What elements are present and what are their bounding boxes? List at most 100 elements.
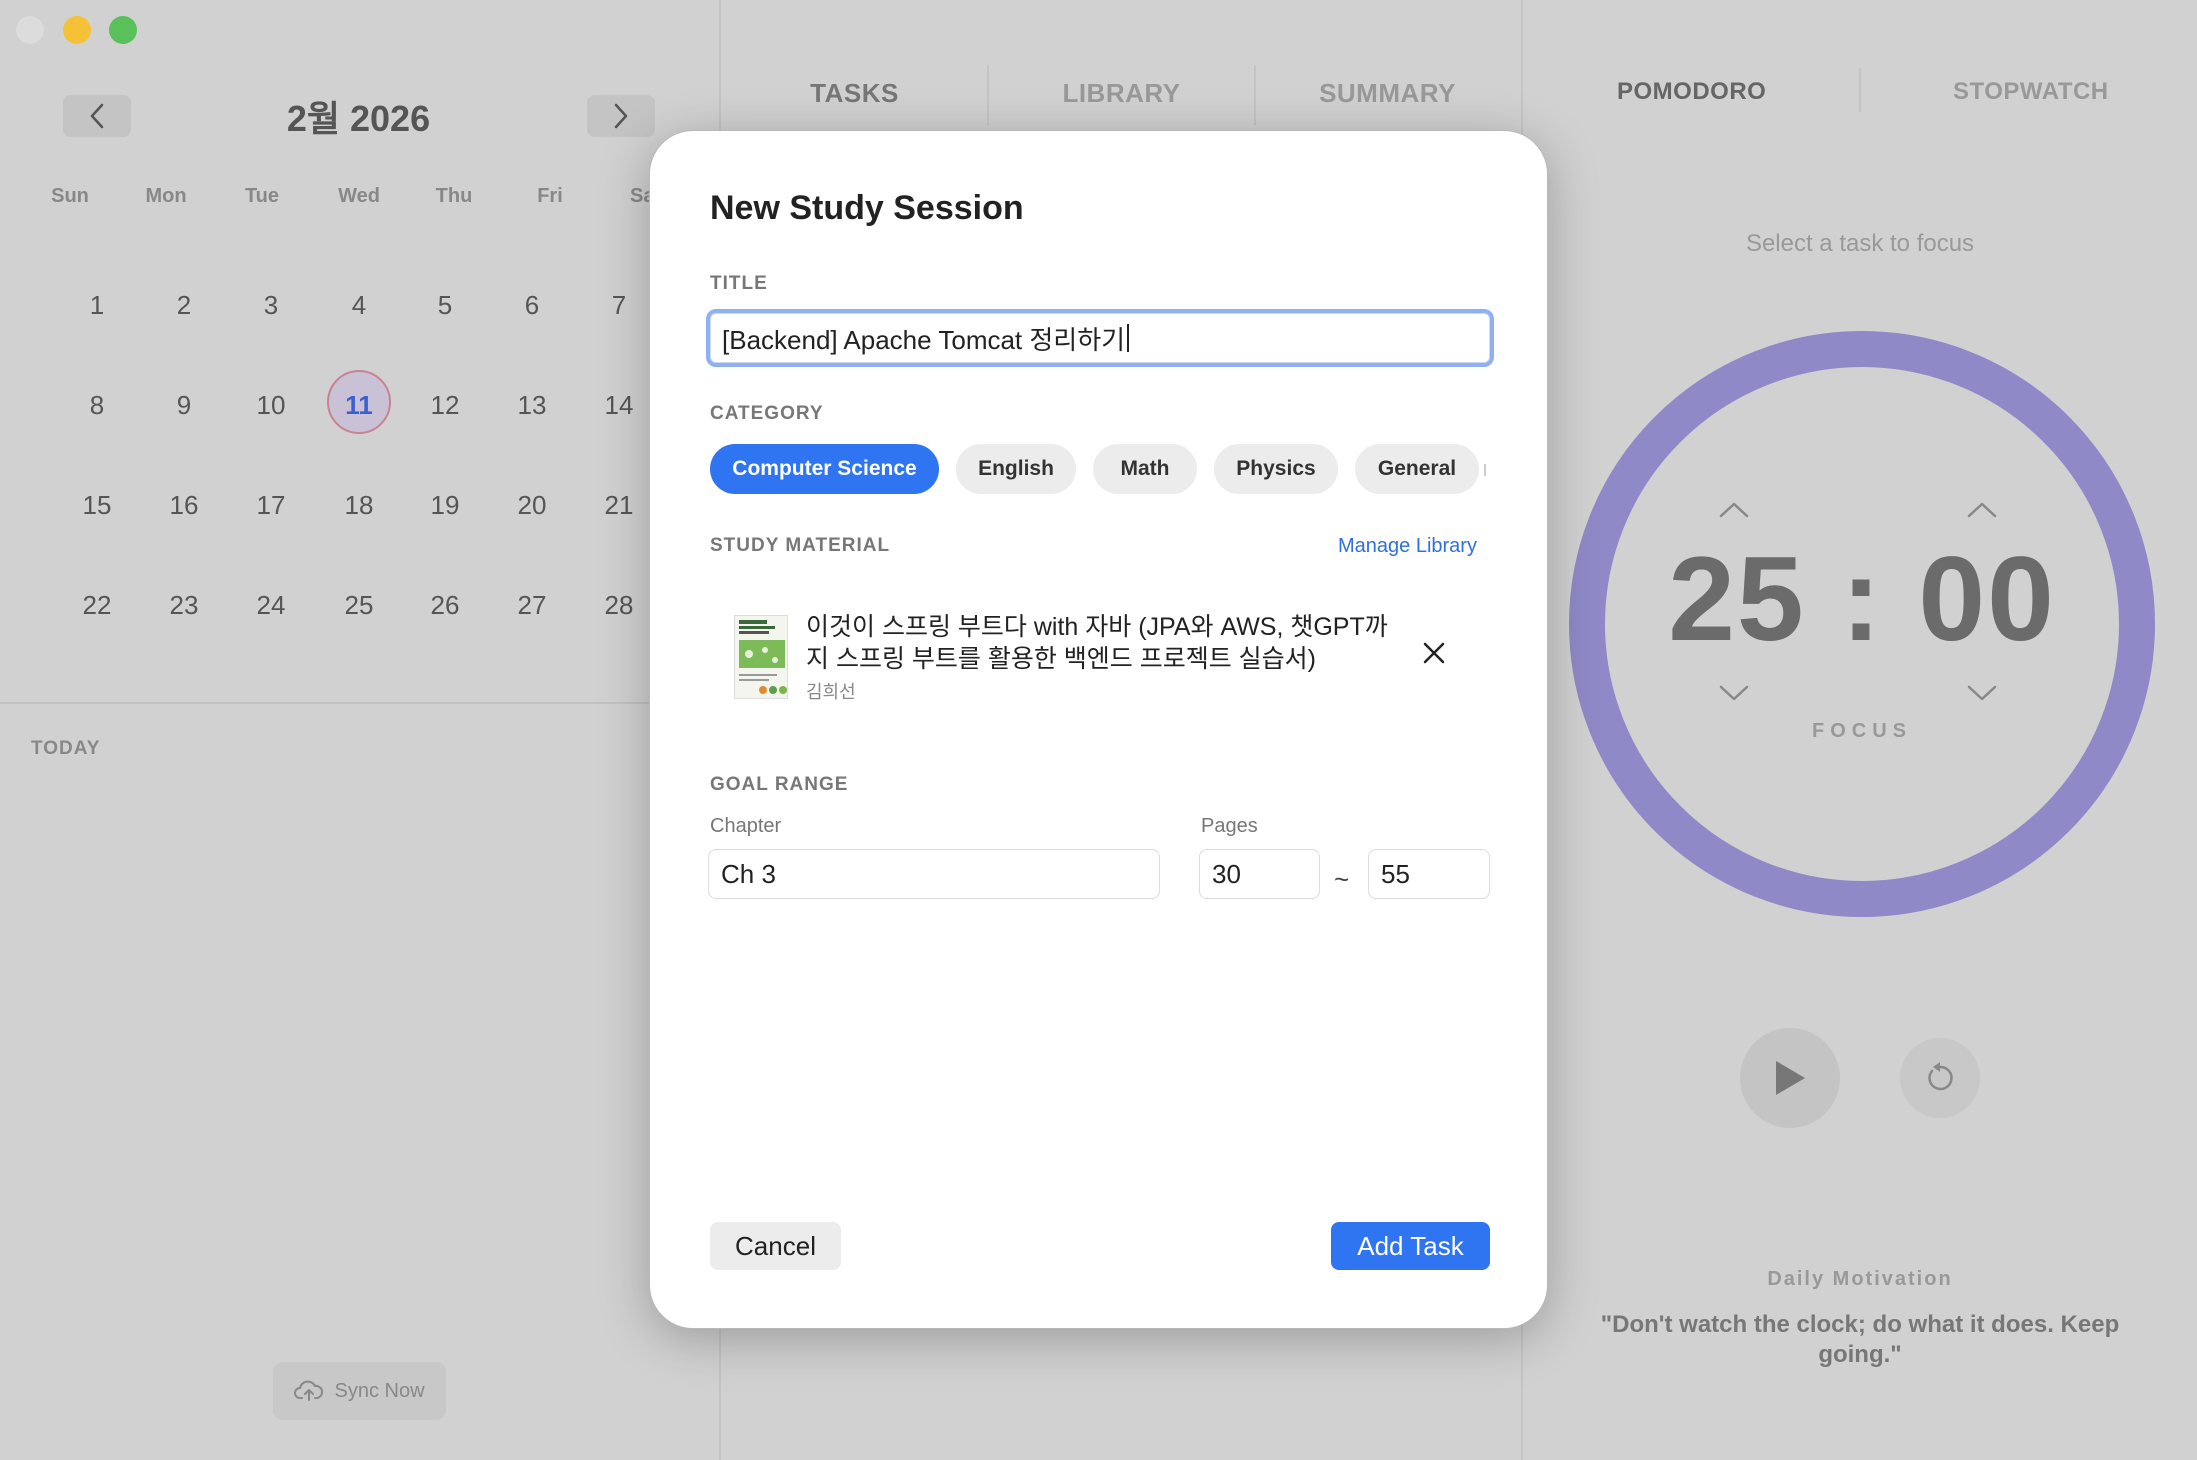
chevron-left-icon	[90, 103, 104, 129]
cancel-button[interactable]: Cancel	[710, 1222, 841, 1270]
calendar-day-selected[interactable]: 11	[327, 370, 391, 434]
chevron-down-icon	[1967, 685, 1997, 701]
play-icon	[1776, 1061, 1805, 1095]
calendar-day[interactable]: 5	[410, 270, 480, 340]
tab-pomodoro[interactable]: POMODORO	[1617, 78, 1766, 106]
tab-stopwatch[interactable]: STOPWATCH	[1953, 78, 2109, 106]
pages-label: Pages	[1201, 815, 1258, 837]
dialog-title: New Study Session	[710, 189, 1024, 227]
previous-month-button[interactable]	[63, 95, 131, 137]
tab-library[interactable]: LIBRARY	[988, 78, 1255, 109]
page-range-separator: ~	[1334, 864, 1350, 894]
tab-summary[interactable]: SUMMARY	[1254, 78, 1521, 109]
book-cover-image	[734, 615, 788, 699]
page-to-input[interactable]: 55	[1368, 849, 1490, 899]
calendar-day[interactable]: 24	[236, 570, 306, 640]
category-section-label: CATEGORY	[710, 403, 824, 424]
chevron-up-icon	[1719, 502, 1749, 518]
main-tabs: TASKS LIBRARY SUMMARY	[721, 60, 1521, 130]
calendar-day[interactable]: 27	[497, 570, 567, 640]
category-chip-math[interactable]: Math	[1093, 444, 1197, 494]
category-chip-physics[interactable]: Physics	[1214, 444, 1338, 494]
chapter-value: Ch 3	[721, 858, 776, 889]
calendar-grid: 1 2 3 4 5 6 7 8 9 10 11 12 13 14 15 16 1…	[30, 270, 720, 670]
goal-range-section-label: GOAL RANGE	[710, 774, 849, 795]
calendar-day[interactable]: 6	[497, 270, 567, 340]
calendar-day[interactable]: 23	[149, 570, 219, 640]
book-title: 이것이 스프링 부트다 with 자바 (JPA와 AWS, 챗GPT까지 스프…	[806, 613, 1388, 673]
chapter-label: Chapter	[710, 815, 782, 837]
timer-seconds: 00	[1918, 532, 2056, 666]
calendar-month-label: 2월 2026	[286, 98, 431, 139]
seconds-down-button[interactable]	[1966, 676, 1998, 710]
title-input[interactable]: [Backend] Apache Tomcat 정리하기	[706, 309, 1494, 367]
selected-material: 이것이 스프링 부트다 with 자바 (JPA와 AWS, 챗GPT까지 스프…	[734, 611, 1454, 711]
page-from-value: 30	[1212, 858, 1241, 889]
title-section-label: TITLE	[710, 273, 768, 294]
weekday-label: Tue	[244, 185, 280, 207]
category-chip-english[interactable]: English	[956, 444, 1076, 494]
reset-icon	[1928, 1062, 1953, 1091]
calendar-day[interactable]: 19	[410, 470, 480, 540]
minutes-down-button[interactable]	[1718, 676, 1750, 710]
weekday-label: Thu	[435, 185, 473, 207]
select-task-hint: Select a task to focus	[1745, 230, 1975, 257]
play-button[interactable]	[1740, 1028, 1840, 1128]
calendar-day[interactable]: 3	[236, 270, 306, 340]
calendar-day[interactable]: 17	[236, 470, 306, 540]
calendar-day[interactable]: 14	[584, 370, 654, 440]
category-chips: Computer Science English Math Physics Ge…	[710, 444, 1500, 494]
calendar-day[interactable]: 28	[584, 570, 654, 640]
calendar-day[interactable]: 9	[149, 370, 219, 440]
calendar-day[interactable]: 10	[236, 370, 306, 440]
new-study-session-dialog: New Study Session TITLE [Backend] Apache…	[649, 130, 1548, 1329]
calendar-day[interactable]: 25	[324, 570, 394, 640]
tab-separator	[1859, 68, 1861, 112]
chevron-down-icon	[1719, 685, 1749, 701]
chapter-input[interactable]: Ch 3	[708, 849, 1160, 899]
calendar-day[interactable]: 4	[324, 270, 394, 340]
close-icon	[1423, 642, 1445, 664]
motivation-quote: "Don't watch the clock; do what it does.…	[1600, 1311, 2120, 1368]
study-material-section-label: STUDY MATERIAL	[710, 535, 891, 556]
category-chip-general[interactable]: General	[1355, 444, 1479, 494]
today-section-label: TODAY	[31, 738, 101, 759]
title-input-value: [Backend] Apache Tomcat 정리하기	[722, 324, 1126, 355]
calendar-day[interactable]: 7	[584, 270, 654, 340]
weekday-label: Sun	[51, 185, 89, 207]
calendar-day[interactable]: 8	[62, 370, 132, 440]
next-month-button[interactable]	[587, 95, 655, 137]
weekday-header: Sun Mon Tue Wed Thu Fri Sa	[30, 185, 710, 215]
sync-now-label: Sync Now	[334, 1379, 425, 1402]
cloud-upload-icon	[294, 1380, 324, 1401]
add-task-button[interactable]: Add Task	[1331, 1222, 1490, 1270]
page-from-input[interactable]: 30	[1199, 849, 1320, 899]
calendar-day[interactable]: 18	[324, 470, 394, 540]
calendar-day[interactable]: 15	[62, 470, 132, 540]
tab-tasks[interactable]: TASKS	[721, 78, 988, 109]
category-chip-computer-science[interactable]: Computer Science	[710, 444, 939, 494]
divider	[0, 702, 720, 704]
calendar-day[interactable]: 21	[584, 470, 654, 540]
calendar-day[interactable]: 1	[62, 270, 132, 340]
manage-library-link[interactable]: Manage Library	[1338, 535, 1477, 558]
calendar-day[interactable]: 13	[497, 370, 567, 440]
reset-button[interactable]	[1900, 1038, 1980, 1118]
calendar-day[interactable]: 12	[410, 370, 480, 440]
timer-mode-label: FOCUS	[1812, 720, 1912, 742]
seconds-up-button[interactable]	[1966, 493, 1998, 527]
weekday-label: Fri	[537, 185, 563, 207]
motivation-title: Daily Motivation	[1767, 1268, 1953, 1290]
minutes-up-button[interactable]	[1718, 493, 1750, 527]
chip-scroll-indicator	[1484, 464, 1486, 476]
sync-now-button[interactable]: Sync Now	[273, 1362, 446, 1420]
calendar-day[interactable]: 20	[497, 470, 567, 540]
chevron-right-icon	[614, 103, 628, 129]
calendar-day[interactable]: 16	[149, 470, 219, 540]
calendar-day[interactable]: 2	[149, 270, 219, 340]
page-to-value: 55	[1381, 858, 1410, 889]
timer-display: 25 : 00	[1569, 530, 2155, 668]
calendar-day[interactable]: 22	[62, 570, 132, 640]
calendar-day[interactable]: 26	[410, 570, 480, 640]
remove-material-button[interactable]	[1414, 633, 1454, 673]
